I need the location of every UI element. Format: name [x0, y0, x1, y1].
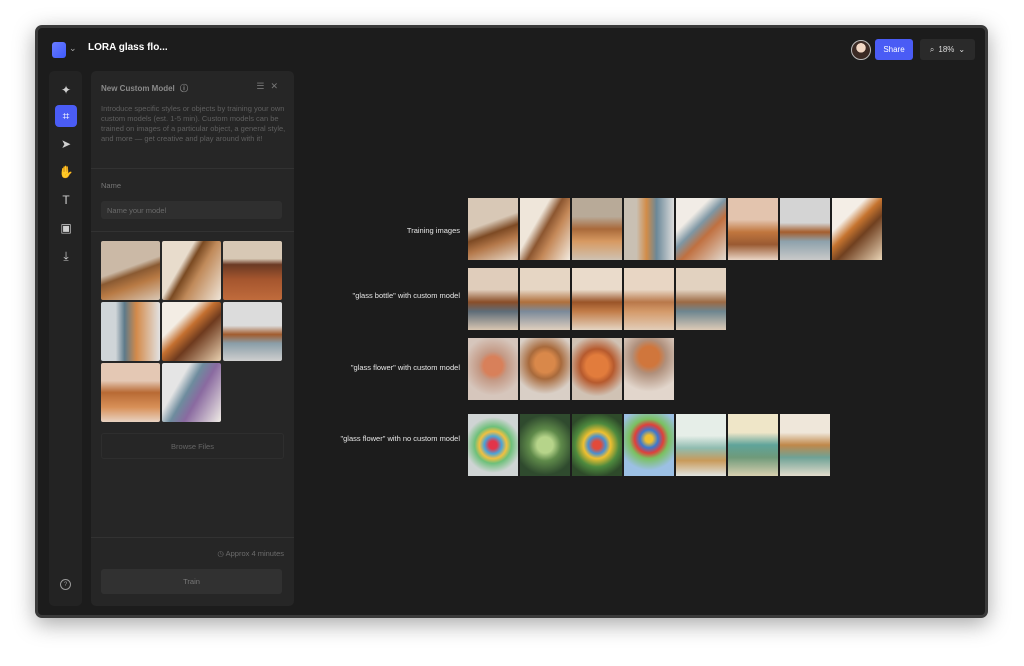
help-icon[interactable]: ?	[60, 579, 71, 590]
thumbnail-image[interactable]	[162, 363, 221, 422]
tool-rail: ✦ ⌗ ➤ ✋ T ▣ ⤓ ?	[49, 71, 82, 606]
info-icon[interactable]: ⓘ	[180, 84, 188, 93]
panel-actions: ☰✕	[256, 81, 284, 92]
select-pointer-icon[interactable]: ➤	[55, 133, 77, 155]
panel-description: Introduce specific styles or objects by …	[101, 104, 286, 143]
model-name-input[interactable]	[101, 201, 282, 219]
row-label: "glass bottle" with custom model	[352, 291, 460, 300]
training-image[interactable]	[780, 198, 830, 260]
generated-image[interactable]	[728, 414, 778, 476]
download-icon[interactable]: ⤓	[55, 245, 77, 267]
training-image[interactable]	[728, 198, 778, 260]
avatar[interactable]	[851, 40, 871, 60]
app-window: ⌄ LORA glass flo... Share ⌕ 18% ⌄ ✦ ⌗ ➤ …	[35, 25, 988, 618]
browse-files-button[interactable]: Browse Files	[101, 433, 284, 459]
generated-image[interactable]	[624, 414, 674, 476]
name-label: Name	[101, 181, 122, 190]
custom-model-panel: New Custom Model ⓘ ☰✕ Introduce specific…	[91, 71, 294, 606]
generated-image[interactable]	[520, 268, 570, 330]
list-icon[interactable]: ☰	[256, 81, 270, 91]
train-button[interactable]: Train	[101, 569, 282, 594]
generated-image[interactable]	[468, 268, 518, 330]
approx-time: ◷ Approx 4 minutes	[217, 549, 284, 558]
generated-image[interactable]	[572, 338, 622, 400]
generated-image[interactable]	[468, 414, 518, 476]
training-image[interactable]	[572, 198, 622, 260]
training-image[interactable]	[468, 198, 518, 260]
thumbnail-image[interactable]	[162, 241, 221, 300]
clock-icon: ◷	[217, 549, 224, 558]
top-bar: ⌄ LORA glass flo... Share ⌕ 18% ⌄	[38, 28, 985, 72]
generated-image[interactable]	[676, 268, 726, 330]
thumbnail-image[interactable]	[101, 302, 160, 361]
generated-image[interactable]	[780, 414, 830, 476]
generated-image[interactable]	[572, 414, 622, 476]
search-icon: ⌕	[929, 44, 935, 54]
thumbnail-image[interactable]	[223, 241, 282, 300]
generated-image[interactable]	[520, 414, 570, 476]
hand-icon[interactable]: ✋	[55, 161, 77, 183]
row-label: "glass flower" with custom model	[350, 363, 460, 372]
share-button[interactable]: Share	[875, 39, 913, 60]
generated-image[interactable]	[624, 268, 674, 330]
app-logo-icon[interactable]	[52, 42, 66, 58]
generated-image[interactable]	[624, 338, 674, 400]
document-title[interactable]: LORA glass flo...	[88, 42, 168, 53]
row-label: Training images	[406, 226, 460, 235]
divider	[91, 537, 294, 538]
divider	[91, 231, 294, 232]
training-image[interactable]	[520, 198, 570, 260]
training-image[interactable]	[624, 198, 674, 260]
training-image[interactable]	[676, 198, 726, 260]
chevron-down-icon[interactable]: ⌄	[69, 43, 77, 54]
zoom-control[interactable]: ⌕ 18% ⌄	[920, 39, 975, 60]
close-icon[interactable]: ✕	[270, 81, 284, 91]
chevron-down-icon: ⌄	[958, 45, 966, 54]
generated-image[interactable]	[468, 338, 518, 400]
thumbnail-image[interactable]	[223, 302, 282, 361]
training-image[interactable]	[832, 198, 882, 260]
divider	[91, 168, 294, 169]
thumbnail-image[interactable]	[101, 241, 160, 300]
panel-title: New Custom Model ⓘ	[101, 84, 189, 93]
frame-tool-icon[interactable]: ⌗	[55, 105, 77, 127]
image-add-icon[interactable]: ▣	[55, 217, 77, 239]
thumbnail-image[interactable]	[162, 302, 221, 361]
generated-image[interactable]	[572, 268, 622, 330]
text-icon[interactable]: T	[55, 189, 77, 211]
sparkle-icon[interactable]: ✦	[55, 79, 77, 101]
zoom-level: 18%	[938, 45, 955, 54]
generated-image[interactable]	[676, 414, 726, 476]
generated-image[interactable]	[520, 338, 570, 400]
row-label: "glass flower" with no custom model	[340, 434, 460, 443]
thumbnail-image[interactable]	[101, 363, 160, 422]
